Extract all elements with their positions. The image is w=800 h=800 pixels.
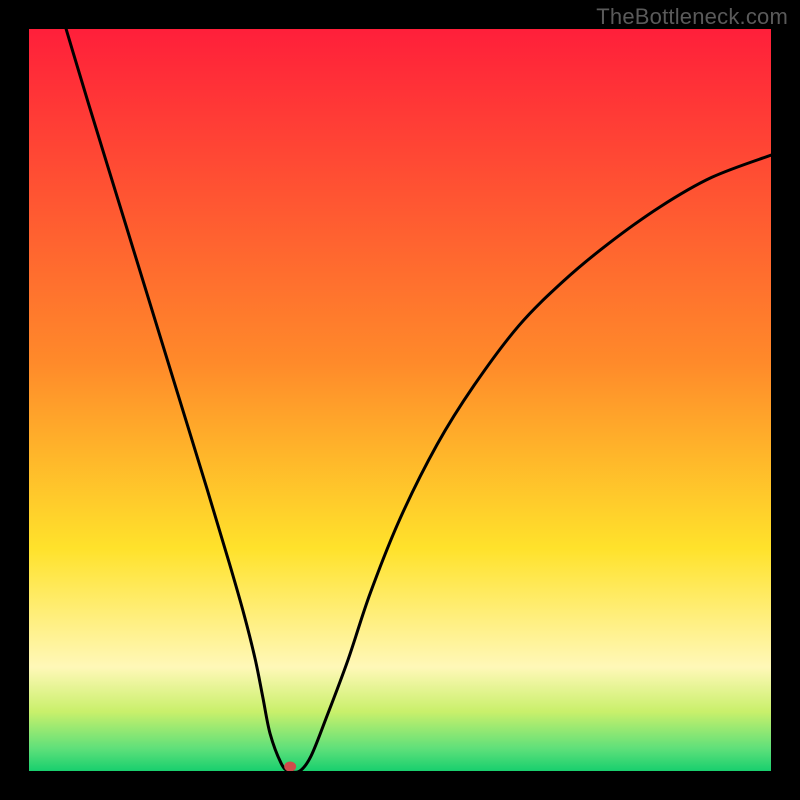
chart-frame: TheBottleneck.com [0, 0, 800, 800]
plot-area [29, 29, 771, 771]
chart-svg [29, 29, 771, 771]
watermark-text: TheBottleneck.com [596, 4, 788, 30]
gradient-background [29, 29, 771, 771]
